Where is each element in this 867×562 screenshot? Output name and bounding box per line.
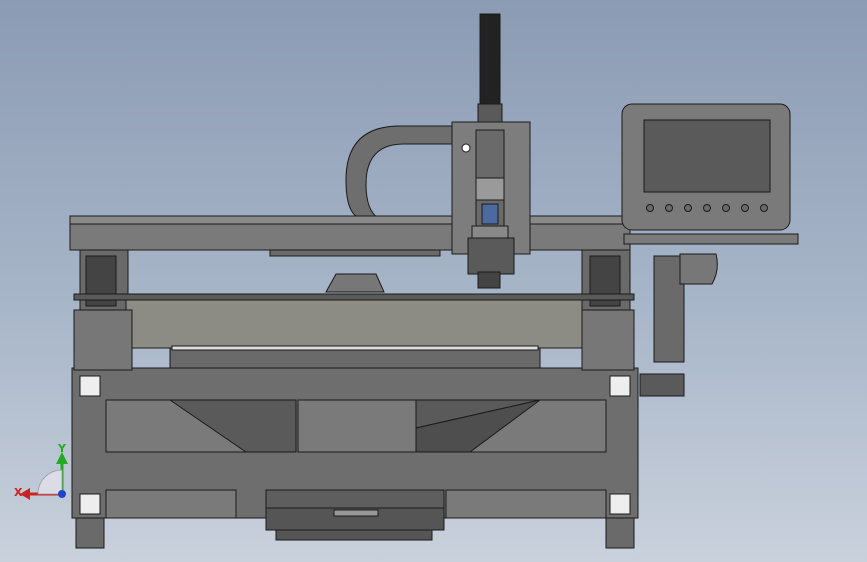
control-panel-button — [665, 204, 673, 212]
gantry-beam — [69, 221, 631, 251]
cable-carrier — [345, 125, 453, 219]
triad-z-disc — [37, 469, 63, 495]
control-panel-button — [722, 204, 730, 212]
control-panel-button — [760, 204, 768, 212]
cutting-bed — [125, 297, 583, 349]
control-panel-button — [684, 204, 692, 212]
cad-viewport[interactable] — [0, 0, 867, 562]
control-panel-screen — [643, 119, 771, 193]
control-panel-button — [703, 204, 711, 212]
z-axis-column — [479, 13, 501, 107]
control-panel-button — [741, 204, 749, 212]
right-foot — [605, 517, 635, 549]
control-panel-button — [646, 204, 654, 212]
laser-head — [467, 237, 515, 275]
orientation-triad — [20, 452, 68, 500]
triad-x-label: X — [14, 486, 23, 499]
triad-y-label: Y — [58, 442, 66, 455]
left-foot — [75, 517, 105, 549]
